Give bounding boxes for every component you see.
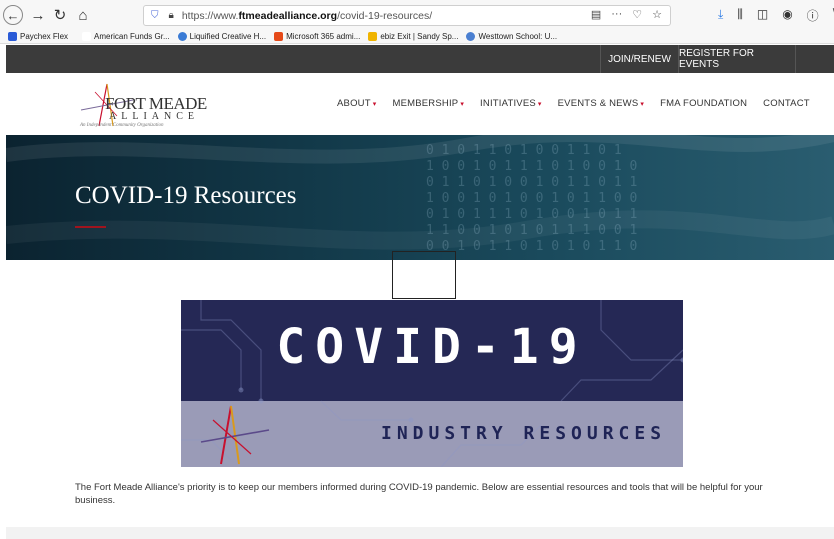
bookmark-item[interactable]: Liquified Creative H... bbox=[177, 32, 266, 41]
home-icon[interactable]: ⌂ bbox=[73, 5, 93, 25]
caret-down-icon: ▾ bbox=[640, 101, 645, 108]
nav-item-initiatives[interactable]: INITIATIVES ▾ bbox=[480, 98, 542, 109]
register-events-button[interactable]: REGISTER FOR EVENTS bbox=[678, 45, 796, 73]
bookmark-icon bbox=[466, 32, 476, 41]
page-title: COVID-19 Resources bbox=[75, 182, 297, 209]
nav-item-about[interactable]: ABOUT ▾ bbox=[337, 98, 376, 109]
bookmarks-bar: Paychex Flex American Funds Gr... Liquif… bbox=[0, 30, 834, 44]
caret-down-icon: ▾ bbox=[460, 101, 465, 108]
bookmark-item[interactable]: Westtown School: U... bbox=[466, 32, 557, 41]
hero-binary-pattern: 0 1 0 1 1 0 1 0 0 1 1 0 1 1 0 0 1 0 1 1 … bbox=[426, 143, 638, 254]
caret-down-icon: ▾ bbox=[537, 101, 542, 108]
site-header: FORT MEADE ALLIANCE An Independent Commu… bbox=[6, 73, 834, 135]
bookmark-item[interactable]: Paychex Flex bbox=[8, 32, 68, 41]
bookmark-item[interactable]: Microsoft 365 admi... bbox=[274, 32, 360, 41]
content-section-strip bbox=[6, 527, 834, 539]
nav-item-contact[interactable]: CONTACT bbox=[763, 98, 810, 109]
bookmark-item[interactable]: American Funds Gr... bbox=[82, 32, 170, 41]
bookmark-icon bbox=[8, 32, 17, 41]
library-icon[interactable]: ⫼ bbox=[737, 7, 743, 24]
account-icon[interactable]: ◉ bbox=[782, 7, 792, 24]
pocket-icon[interactable]: ♡ bbox=[632, 8, 642, 21]
bookmark-icon bbox=[274, 32, 284, 41]
lock-icon[interactable]: 🔒︎ bbox=[169, 10, 174, 21]
title-underline bbox=[75, 226, 106, 228]
caret-down-icon: ▾ bbox=[372, 101, 377, 108]
site-topbar: JOIN/RENEW REGISTER FOR EVENTS bbox=[6, 45, 834, 73]
bookmark-icon bbox=[82, 32, 92, 41]
page-actions-icon[interactable]: ··· bbox=[611, 8, 622, 21]
bookmark-star-icon[interactable]: ☆ bbox=[652, 8, 662, 21]
bookmark-icon bbox=[177, 32, 187, 41]
browser-toolbar: ← → ↻ ⌂ ⛉ 🔒︎ https://www.ftmeadealliance… bbox=[0, 0, 834, 30]
hero-banner: 0 1 0 1 1 0 1 0 0 1 1 0 1 1 0 0 1 0 1 1 … bbox=[6, 135, 834, 260]
nav-item-fma-foundation[interactable]: FMA FOUNDATION bbox=[660, 98, 747, 109]
download-icon[interactable]: ⤓ bbox=[718, 7, 723, 24]
logo-line2: ALLIANCE bbox=[109, 111, 199, 122]
url-text[interactable]: https://www.ftmeadealliance.org/covid-19… bbox=[182, 10, 432, 22]
forward-icon[interactable]: → bbox=[28, 5, 48, 25]
back-icon[interactable]: ← bbox=[3, 5, 23, 25]
nav-item-membership[interactable]: MEMBERSHIP ▾ bbox=[392, 98, 464, 109]
focus-outline bbox=[392, 251, 456, 299]
intro-paragraph: The Fort Meade Alliance's priority is to… bbox=[75, 482, 763, 506]
site-logo[interactable]: FORT MEADE ALLIANCE An Independent Commu… bbox=[77, 82, 217, 130]
nav-item-events-news[interactable]: EVENTS & NEWS ▾ bbox=[558, 98, 644, 109]
covid-banner-image: COVID-19 INDUSTRY RESOURCES bbox=[181, 300, 683, 467]
join-renew-button[interactable]: JOIN/RENEW bbox=[600, 45, 678, 73]
sidebar-icon[interactable]: ◫ bbox=[757, 7, 768, 24]
url-bar[interactable]: ⛉ 🔒︎ https://www.ftmeadealliance.org/cov… bbox=[143, 5, 671, 26]
bookmark-icon bbox=[368, 32, 378, 41]
banner-subtitle: INDUSTRY RESOURCES bbox=[381, 423, 667, 444]
shield-icon[interactable]: ⛉ bbox=[151, 10, 159, 21]
main-nav: ABOUT ▾ MEMBERSHIP ▾ INITIATIVES ▾ EVENTS &… bbox=[337, 98, 810, 109]
banner-title: COVID-19 bbox=[276, 319, 588, 375]
logo-tagline: An Independent Community Organization bbox=[80, 123, 164, 128]
reload-icon[interactable]: ↻ bbox=[50, 5, 70, 25]
extension-icon[interactable]: ⓘ bbox=[807, 7, 819, 24]
reader-view-icon[interactable]: ▤ bbox=[591, 8, 601, 21]
bookmark-item[interactable]: ebiz Exit | Sandy Sp... bbox=[368, 32, 458, 41]
